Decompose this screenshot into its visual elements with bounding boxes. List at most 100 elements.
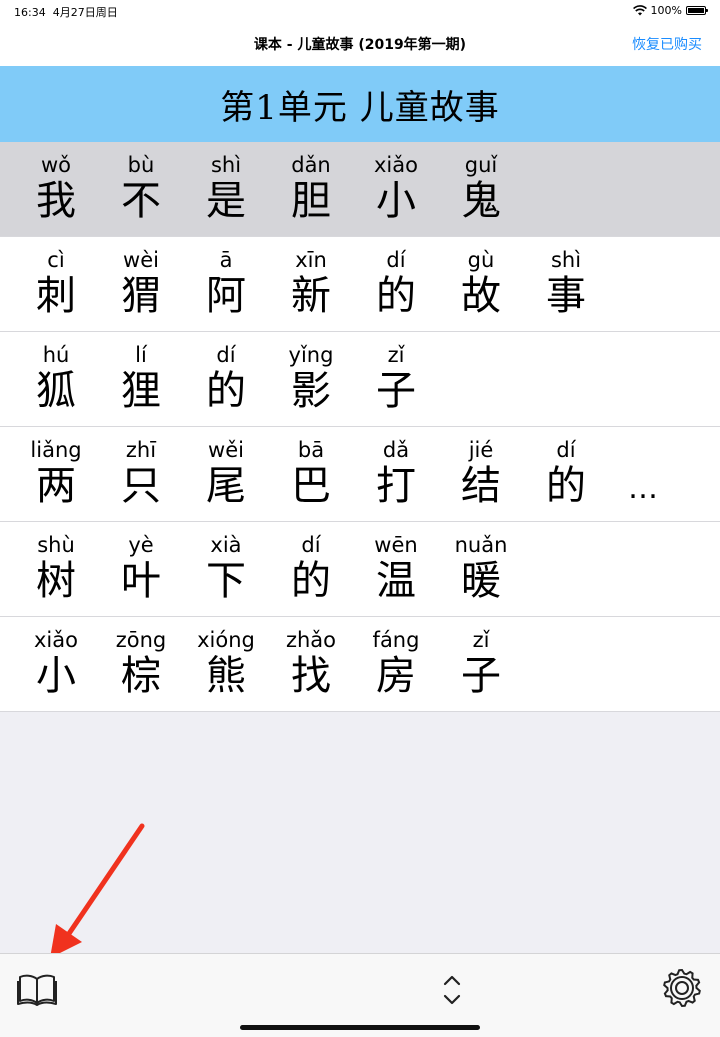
nav-bar: 课本 - 儿童故事 (2019年第一期) 恢复已购买 xyxy=(0,22,720,66)
hanzi: 胆 xyxy=(291,178,331,224)
status-time-date: 16:34 4月27日周日 xyxy=(14,4,118,20)
hanzi: 小 xyxy=(376,178,416,224)
word-cell[interactable]: xiǎo 小 xyxy=(16,627,96,699)
pinyin: dí xyxy=(556,438,576,462)
word-cell[interactable]: gù 故 xyxy=(441,247,521,319)
restore-purchases-button[interactable]: 恢复已购买 xyxy=(632,34,702,54)
hanzi: 温 xyxy=(376,558,416,604)
word-cell[interactable]: dí 的 xyxy=(186,342,266,414)
hanzi: 是 xyxy=(206,178,246,224)
word-cell[interactable]: jié 结 xyxy=(441,437,521,509)
word-cell[interactable]: dí 的 xyxy=(271,532,351,604)
word-cell[interactable]: shì 是 xyxy=(186,152,266,224)
pinyin: fáng xyxy=(372,628,420,652)
word-cell[interactable]: hú 狐 xyxy=(16,342,96,414)
word-cell[interactable]: dǎ 打 xyxy=(356,437,436,509)
pinyin: xīn xyxy=(295,248,327,272)
unit-title: 第1单元 儿童故事 xyxy=(220,87,500,128)
word-cell[interactable]: bù 不 xyxy=(101,152,181,224)
hanzi: 子 xyxy=(461,653,501,699)
hanzi: 事 xyxy=(546,273,586,319)
hanzi: 故 xyxy=(461,273,501,319)
more-ellipsis: … xyxy=(628,471,661,506)
hanzi: 的 xyxy=(291,558,331,604)
annotation-arrow xyxy=(50,823,145,958)
hanzi: 我 xyxy=(36,178,76,224)
unit-header: 第1单元 儿童故事 xyxy=(0,66,720,142)
hanzi: 小 xyxy=(36,653,76,699)
word-cell[interactable]: guǐ 鬼 xyxy=(441,152,521,224)
hanzi: 熊 xyxy=(206,653,246,699)
word-cell[interactable]: ā阿 xyxy=(186,247,266,319)
pinyin: bā xyxy=(297,438,325,462)
lesson-line[interactable]: cì 刺 wèi 猬 ā 阿 xīn 新 dí 的 gù 故 shì 事 xyxy=(0,237,720,332)
word-cell[interactable]: cì 刺 xyxy=(16,247,96,319)
word-cell[interactable]: xīn 新 xyxy=(271,247,351,319)
pinyin: dí xyxy=(386,248,406,272)
word-cell[interactable]: zǐ 子 xyxy=(441,627,521,699)
pinyin: hú xyxy=(42,343,70,367)
hanzi: 房 xyxy=(376,653,416,699)
word-cell[interactable]: dí 的 xyxy=(356,247,436,319)
hanzi: 的 xyxy=(206,368,246,414)
word-cell[interactable]: liǎng 两 xyxy=(16,437,96,509)
bottom-toolbar xyxy=(0,953,720,1037)
lesson-line[interactable]: hú 狐 lí 狸 dí 的 yǐng 影 zǐ 子 xyxy=(0,332,720,427)
word-cell[interactable]: yè 叶 xyxy=(101,532,181,604)
hanzi: 新 xyxy=(291,273,331,319)
lesson-line[interactable]: xiǎo 小 zōng 棕 xióng 熊 zhǎo 找 fáng 房 zǐ 子 xyxy=(0,617,720,712)
hanzi: 叶 xyxy=(121,558,161,604)
lesson-line[interactable]: wǒ 我 bù 不 shì 是 dǎn 胆 xiǎo 小 guǐ 鬼 xyxy=(0,142,720,237)
pinyin: nuǎn xyxy=(454,533,508,557)
pinyin: dǎn xyxy=(291,153,331,177)
status-bar: 16:34 4月27日周日 100% xyxy=(0,0,720,22)
word-cell[interactable]: zǐ 子 xyxy=(356,342,436,414)
pinyin: yè xyxy=(128,533,154,557)
word-cell[interactable]: xià 下 xyxy=(186,532,266,604)
wifi-icon xyxy=(632,5,647,16)
pinyin: dǎ xyxy=(382,438,410,462)
word-cell[interactable]: lí 狸 xyxy=(101,342,181,414)
pinyin: shì xyxy=(210,153,242,177)
hanzi: 下 xyxy=(206,558,246,604)
hanzi: 找 xyxy=(291,653,331,699)
lesson-line[interactable]: shù 树 yè 叶 xià 下 dí 的 wēn 温 nuǎn 暖 xyxy=(0,522,720,617)
word-cell[interactable]: xiǎo 小 xyxy=(356,152,436,224)
pinyin: lí xyxy=(135,343,147,367)
pinyin: wěi xyxy=(208,438,244,462)
word-cell[interactable]: zhī 只 xyxy=(101,437,181,509)
status-time: 16:34 xyxy=(14,6,46,19)
word-cell[interactable]: dǎn 胆 xyxy=(271,152,351,224)
word-cell[interactable]: wǒ 我 xyxy=(16,152,96,224)
word-cell[interactable]: wèi 猬 xyxy=(101,247,181,319)
pinyin: dí xyxy=(216,343,236,367)
word-cell[interactable]: zōng 棕 xyxy=(101,627,181,699)
word-cell[interactable]: bā 巴 xyxy=(271,437,351,509)
scroll-toggle-button[interactable] xyxy=(440,972,464,1008)
word-cell[interactable]: yǐng 影 xyxy=(271,342,351,414)
word-cell[interactable]: zhǎo 找 xyxy=(271,627,351,699)
hanzi: 狸 xyxy=(121,368,161,414)
word-cell[interactable]: nuǎn 暖 xyxy=(441,532,521,604)
lesson-line[interactable]: liǎng 两 zhī 只 wěi 尾 bā 巴 dǎ 打 jié 结 dí 的… xyxy=(0,427,720,522)
word-cell[interactable]: dí 的 xyxy=(526,437,606,509)
pinyin: xiǎo xyxy=(34,628,78,652)
word-cell[interactable]: shì 事 xyxy=(526,247,606,319)
book-button[interactable] xyxy=(16,971,58,1007)
settings-button[interactable] xyxy=(662,968,702,1008)
battery-icon xyxy=(686,6,708,15)
word-cell[interactable]: xióng 熊 xyxy=(186,627,266,699)
word-cell[interactable]: shù 树 xyxy=(16,532,96,604)
gear-icon xyxy=(663,968,701,1008)
hanzi: 鬼 xyxy=(461,178,501,224)
pinyin: gù xyxy=(467,248,495,272)
hanzi: 尾 xyxy=(206,463,246,509)
hanzi: 狐 xyxy=(36,368,76,414)
pinyin: guǐ xyxy=(464,153,498,177)
book-icon xyxy=(17,974,57,1006)
word-cell[interactable]: wēn 温 xyxy=(356,532,436,604)
pinyin: zhǎo xyxy=(285,628,337,652)
pinyin: bù xyxy=(127,153,155,177)
word-cell[interactable]: wěi 尾 xyxy=(186,437,266,509)
word-cell[interactable]: fáng 房 xyxy=(356,627,436,699)
